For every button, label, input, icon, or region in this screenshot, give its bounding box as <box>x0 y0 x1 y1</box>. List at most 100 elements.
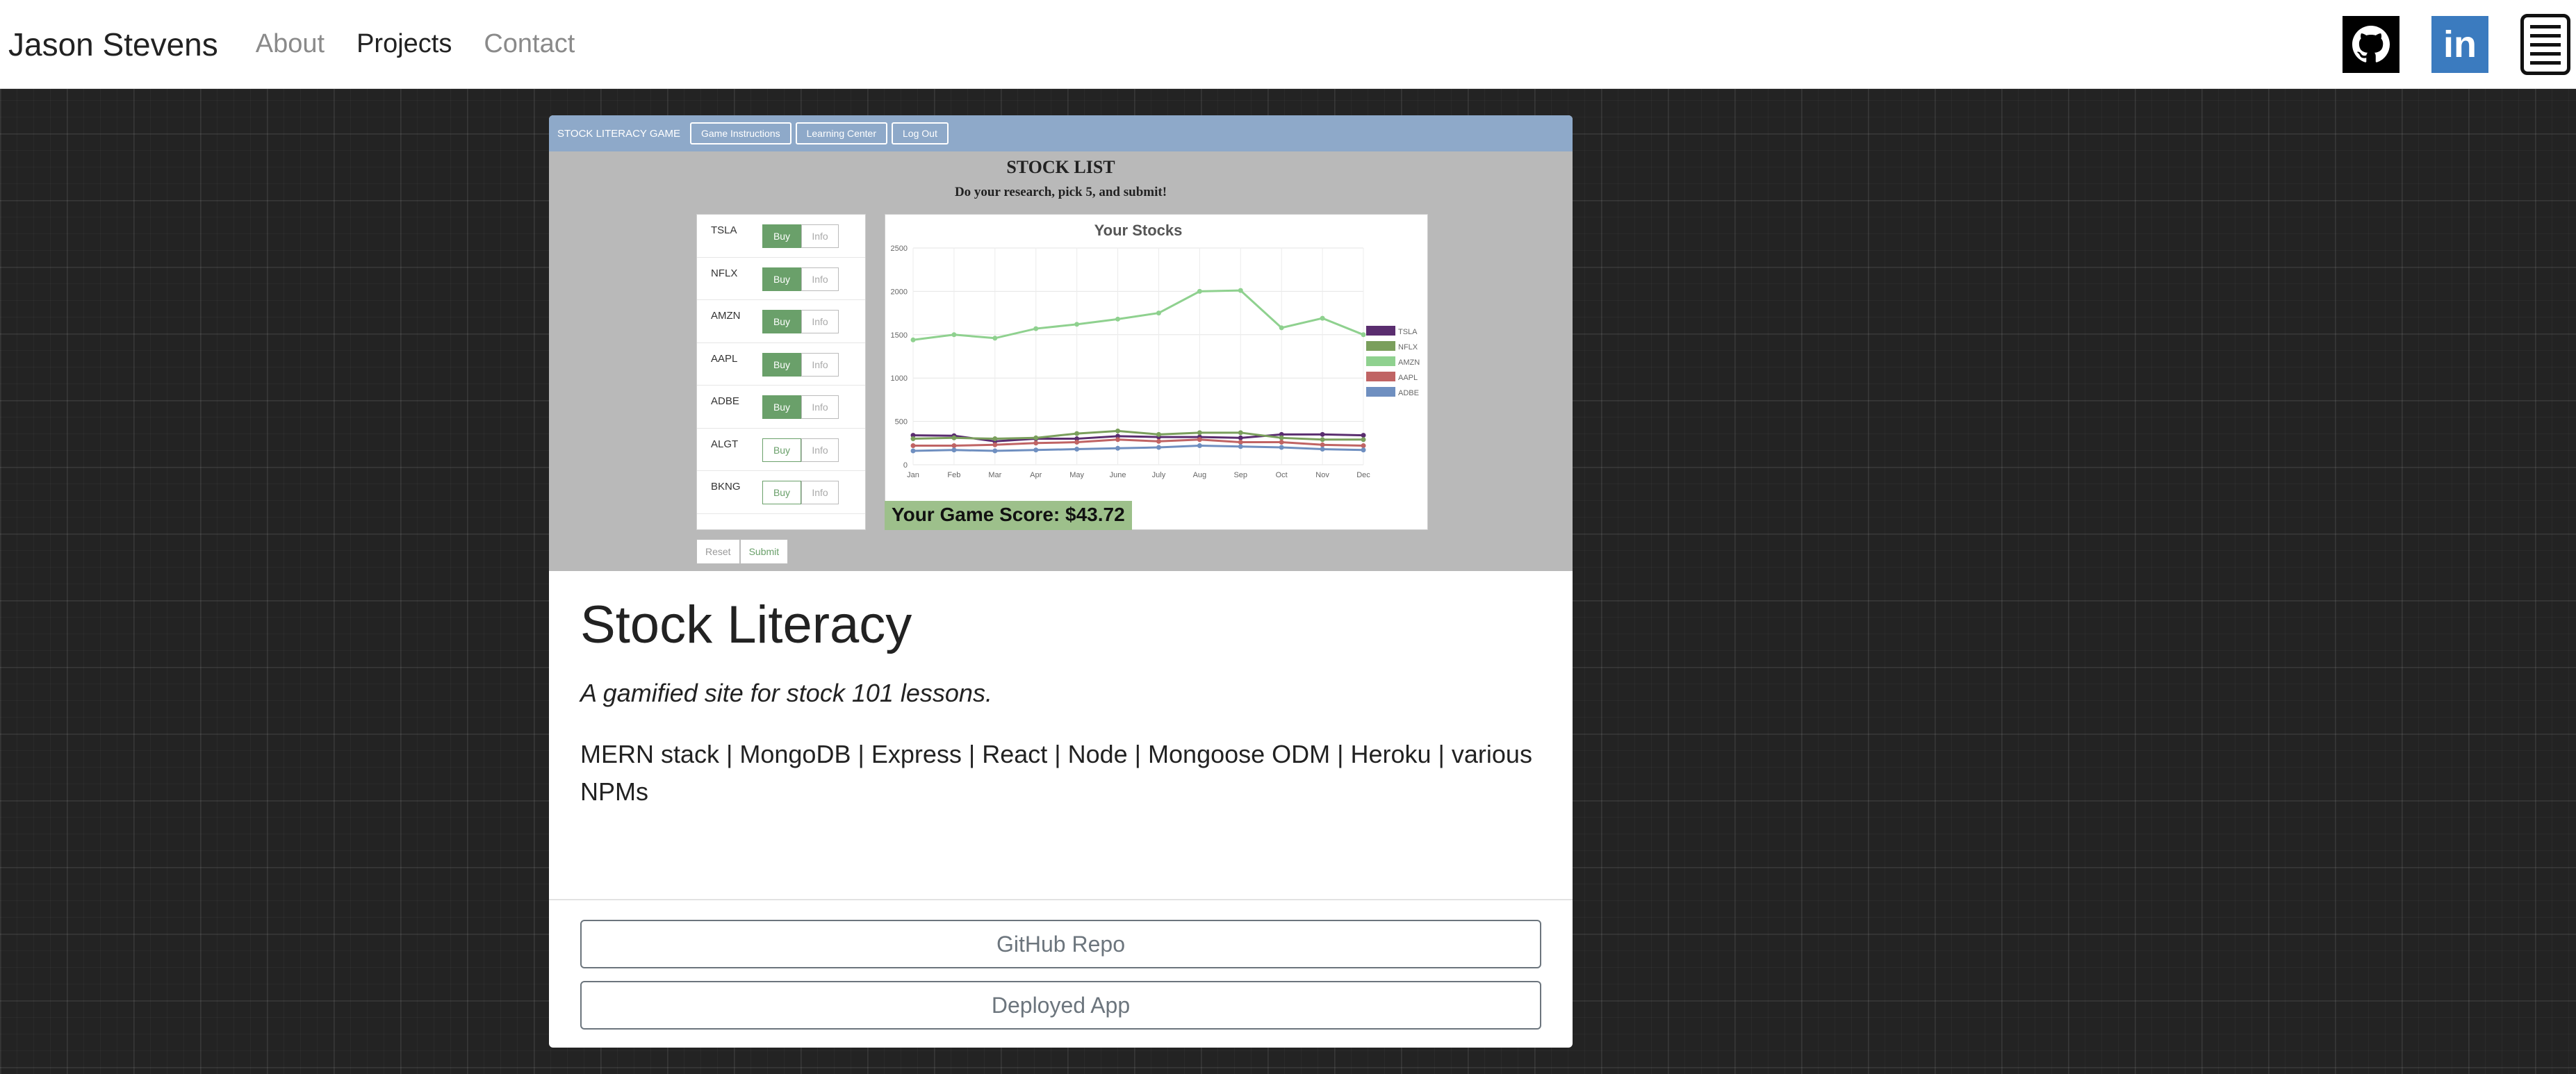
stock-chart: Your Stocks 0 500 1000 1500 2000 2500 Jan Feb Mar… <box>885 214 1428 530</box>
info-button: Info <box>801 310 839 333</box>
chart-title: Your Stocks <box>1094 222 1183 239</box>
buy-button: Buy <box>762 352 801 377</box>
stock-row: AAPL Buy Info <box>697 343 865 386</box>
data-point <box>951 443 957 449</box>
y-tick-label: 2500 <box>891 245 908 253</box>
app-btn-instructions: Game Instructions <box>690 122 791 144</box>
data-point <box>1361 437 1366 443</box>
legend-swatch <box>1366 356 1395 366</box>
stock-row: ALGT Buy Info <box>697 429 865 471</box>
stock-ticker: AAPL <box>711 352 738 365</box>
series-line-aapl <box>913 438 1364 447</box>
stock-ticker: ADBE <box>711 395 739 407</box>
x-tick-label: Dec <box>1356 471 1370 479</box>
project-screenshot: STOCK LITERACY GAME Game Instructions Le… <box>549 115 1573 571</box>
github-icon[interactable] <box>2343 16 2399 73</box>
app-btn-logout: Log Out <box>892 122 949 144</box>
y-tick-label: 1000 <box>891 374 908 383</box>
data-point <box>1033 447 1039 453</box>
legend-label: NFLX <box>1398 343 1418 352</box>
data-point <box>992 436 998 442</box>
resume-line <box>2530 60 2561 65</box>
x-tick-label: Nov <box>1315 471 1329 479</box>
data-point <box>951 435 957 440</box>
github-repo-button[interactable]: GitHub Repo <box>580 920 1541 968</box>
navbar: Jason Stevens About Projects Contact in <box>0 0 2576 89</box>
data-point <box>1197 443 1202 449</box>
data-point <box>1156 445 1161 450</box>
info-button: Info <box>801 352 839 377</box>
project-description: A gamified site for stock 101 lessons. <box>580 679 992 707</box>
y-tick-label: 1500 <box>891 331 908 340</box>
data-point <box>1361 447 1366 453</box>
data-point <box>1238 430 1243 436</box>
x-tick-label: Sep <box>1233 471 1247 479</box>
data-point <box>1197 437 1202 443</box>
data-point <box>910 337 916 342</box>
x-tick-label: June <box>1110 471 1126 479</box>
linkedin-icon[interactable]: in <box>2431 16 2488 73</box>
data-point <box>1320 437 1325 443</box>
data-point <box>1320 431 1325 437</box>
data-point <box>1156 431 1161 437</box>
stock-row: AMZN Buy Info <box>697 300 865 343</box>
data-point <box>1279 435 1284 440</box>
info-button: Info <box>801 224 839 248</box>
data-point <box>1361 443 1366 449</box>
data-point <box>1115 428 1121 433</box>
series-line-adbe <box>912 445 1364 452</box>
stock-ticker: TSLA <box>711 224 737 236</box>
x-tick-label: July <box>1152 471 1166 479</box>
social-icons: in <box>2343 0 2576 89</box>
legend-swatch <box>1366 372 1395 381</box>
nav-link-projects[interactable]: Projects <box>356 29 452 59</box>
buy-button: Buy <box>762 267 801 291</box>
data-point <box>1033 435 1039 440</box>
stock-row: TSLA Buy Info <box>697 215 865 258</box>
data-point <box>1074 447 1080 452</box>
stock-ticker: NFLX <box>711 267 738 279</box>
data-point <box>910 443 916 449</box>
x-tick-label: Oct <box>1276 471 1288 479</box>
linkedin-icon-text: in <box>2443 24 2477 65</box>
resume-line <box>2530 33 2561 38</box>
data-point <box>1074 431 1080 436</box>
data-point <box>992 448 998 454</box>
legend-swatch <box>1366 387 1395 397</box>
legend-label: ADBE <box>1398 389 1419 397</box>
reset-button: Reset <box>696 539 740 564</box>
data-point <box>1361 332 1366 338</box>
nav-link-contact[interactable]: Contact <box>484 29 575 59</box>
buy-button: Buy <box>762 224 801 248</box>
stock-ticker: ALGT <box>711 438 739 450</box>
resume-icon[interactable] <box>2520 14 2570 75</box>
data-point <box>951 447 957 453</box>
buy-button: Buy <box>762 395 801 419</box>
project-title: Stock Literacy <box>580 595 912 654</box>
data-point <box>1238 444 1243 449</box>
divider <box>549 899 1573 900</box>
x-tick-label: Aug <box>1193 471 1207 479</box>
game-score: Your Game Score: $43.72 <box>885 501 1132 530</box>
stock-list-subtitle: Do your research, pick 5, and submit! <box>954 185 1167 199</box>
data-point <box>910 448 916 454</box>
data-point <box>1115 316 1121 322</box>
data-point <box>1279 440 1284 445</box>
data-point <box>1238 440 1243 445</box>
deployed-app-button[interactable]: Deployed App <box>580 981 1541 1030</box>
x-tick-label: May <box>1069 471 1084 479</box>
stock-row: ADBE Buy Info <box>697 386 865 429</box>
submit-button: Submit <box>739 539 789 564</box>
legend-label: TSLA <box>1398 328 1418 336</box>
legend-label: AAPL <box>1398 374 1418 382</box>
nav-link-about[interactable]: About <box>256 29 325 59</box>
brand-name[interactable]: Jason Stevens <box>8 26 218 63</box>
data-point <box>1320 447 1325 452</box>
series-line-amzn <box>912 289 1364 341</box>
data-point <box>1156 311 1161 316</box>
data-point <box>1074 440 1080 445</box>
y-tick-label: 2000 <box>891 288 908 296</box>
data-point <box>1279 445 1284 450</box>
chart-svg: Your Stocks 0 500 1000 1500 2000 2500 Jan Feb Mar… <box>891 222 1420 479</box>
x-tick-label: Jan <box>907 471 919 479</box>
